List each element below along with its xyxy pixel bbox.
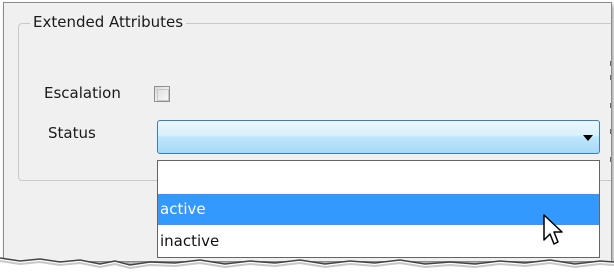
right-edge-marks	[608, 3, 611, 261]
arrow-cursor-icon	[543, 214, 563, 245]
dropdown-option-empty[interactable]	[158, 161, 599, 192]
escalation-label: Escalation	[44, 84, 121, 102]
dialog-window: Extended Attributes Escalation Status ac…	[3, 2, 612, 262]
status-dropdown-list: active inactive	[157, 160, 600, 258]
torn-edge	[0, 257, 614, 279]
dropdown-option-active[interactable]: active	[158, 194, 599, 225]
status-combobox[interactable]	[157, 120, 600, 154]
chevron-down-icon[interactable]	[583, 135, 593, 141]
extended-attributes-group	[18, 23, 611, 181]
group-title: Extended Attributes	[30, 13, 187, 31]
escalation-checkbox[interactable]	[154, 86, 170, 102]
status-label: Status	[48, 124, 96, 142]
